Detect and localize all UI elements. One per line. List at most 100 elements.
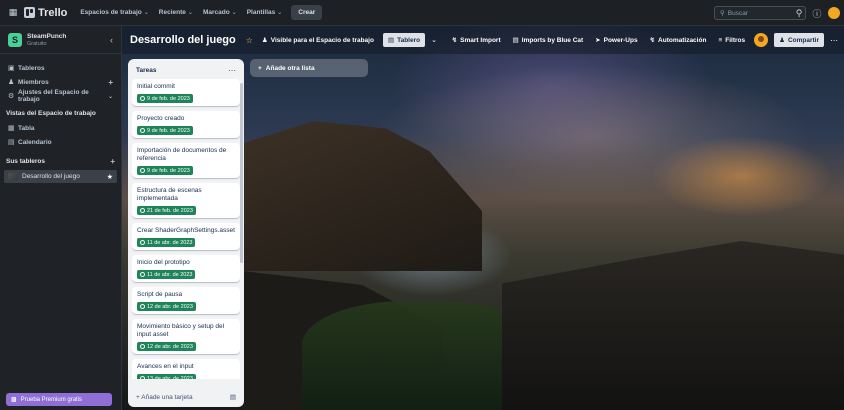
task-card-title: Inicio del prototipo (137, 259, 190, 266)
list-header: Tareas ⋯ (132, 63, 240, 77)
task-card-title: Script de pausa (137, 291, 183, 298)
board-view-button[interactable]: ▤ Tablero (382, 33, 426, 47)
menu-templates[interactable]: Plantillas ⌄ (242, 4, 288, 22)
member-avatar[interactable] (754, 33, 769, 47)
gear-icon: ⚙ (8, 93, 15, 100)
imports-blue-cat-label: Imports by Blue Cat (521, 36, 584, 44)
list-scrollbar[interactable] (240, 83, 243, 263)
task-card[interactable]: Movimiento básico y setup del input asse… (132, 319, 240, 354)
due-date-text: 9 de feb. de 2023 (147, 95, 190, 102)
list-title[interactable]: Tareas (136, 67, 156, 74)
chevron-down-icon[interactable]: ⌄ (431, 36, 437, 44)
members-icon: ♟ (8, 79, 15, 86)
due-date-text: 11 de abr. de 2023 (147, 239, 193, 246)
task-card[interactable]: Inicio del prototipo 11 de abr. de 2023 (132, 255, 240, 282)
due-date-badge[interactable]: 9 de feb. de 2023 (137, 126, 193, 135)
star-board-icon[interactable]: ☆ (246, 36, 253, 45)
power-ups-button[interactable]: ➤ Power-Ups (592, 36, 640, 45)
help-icon[interactable]: ⓘ (810, 6, 824, 20)
power-ups-label: Power-Ups (603, 36, 638, 44)
chevron-down-icon: ⌄ (231, 10, 237, 16)
sidebar-item-calendar[interactable]: ▤ Calendario (0, 136, 121, 148)
task-card[interactable]: Avances en el input 13 de abr. de 2023 (132, 359, 240, 379)
menu-recent[interactable]: Reciente ⌄ (154, 4, 198, 22)
due-date-badge[interactable]: 9 de feb. de 2023 (137, 166, 193, 175)
task-card[interactable]: Importación de documentos de referencia 9… (132, 143, 240, 178)
menu-templates-label: Plantillas (246, 9, 276, 16)
lightning-icon: ↯ (649, 37, 656, 44)
workspace-name[interactable]: SteamPunch (27, 33, 110, 40)
your-boards-heading: Sus tableros + (0, 154, 121, 168)
due-date-text: 9 de feb. de 2023 (147, 127, 190, 134)
notifications-icon[interactable]: ⚲ (792, 6, 806, 20)
sidebar-item-label: Miembros (18, 78, 49, 86)
share-label: Compartir (787, 36, 819, 44)
due-date-text: 12 de abr. de 2023 (147, 343, 193, 350)
automation-button[interactable]: ↯ Automatización (647, 36, 710, 45)
sidebar-item-workspace-settings[interactable]: ⚙ Ajustes del Espacio de trabajo ⌄ (0, 89, 121, 103)
sidebar-item-label: Tabla (18, 124, 35, 132)
due-date-badge[interactable]: 11 de abr. de 2023 (137, 238, 196, 247)
board-thumbnail (8, 173, 18, 180)
filters-button[interactable]: ≡ Filtros (715, 37, 748, 44)
due-date-badge[interactable]: 11 de abr. de 2023 (137, 270, 196, 279)
task-card[interactable]: Script de pausa 12 de abr. de 2023 (132, 287, 240, 314)
rocket-icon: ➤ (595, 37, 601, 44)
add-list-button[interactable]: + Añade otra lista (250, 59, 368, 77)
workspace-views-heading-label: Vistas del Espacio de trabajo (6, 109, 96, 117)
menu-recent-label: Reciente (158, 9, 186, 16)
due-date-badge[interactable]: 13 de abr. de 2023 (137, 374, 196, 379)
sidebar-item-boards[interactable]: ▣ Tableros (0, 62, 121, 74)
add-card-label: Añade una tarjeta (141, 393, 193, 401)
clock-icon (140, 96, 145, 101)
sidebar-item-members[interactable]: ♟ Miembros + (0, 76, 121, 88)
list-tareas: Tareas ⋯ Initial commit 9 de feb. de 2023… (128, 59, 244, 407)
task-card[interactable]: Estructura de escenas implementada 21 de … (132, 183, 240, 218)
workspace-logo[interactable]: S (8, 32, 22, 47)
trello-logo[interactable]: Trello (24, 7, 67, 19)
user-avatar[interactable] (828, 7, 840, 19)
workspace-views-heading: Vistas del Espacio de trabajo (0, 106, 121, 120)
sidebar-board-item[interactable]: Desarrollo del juego ★ (4, 170, 117, 183)
sidebar-item-table[interactable]: ▦ Tabla (0, 122, 121, 134)
menu-workspaces[interactable]: Espacios de trabajo ⌄ (75, 4, 153, 22)
more-options-icon[interactable]: ⋯ (830, 36, 838, 45)
create-button[interactable]: Crear (291, 5, 323, 20)
due-date-badge[interactable]: 12 de abr. de 2023 (137, 342, 196, 351)
template-icon[interactable]: ▤ (230, 393, 236, 401)
add-list-label: Añade otra lista (265, 64, 315, 72)
filter-icon: ≡ (718, 36, 723, 44)
add-card-button[interactable]: + Añade una tarjeta (136, 394, 193, 401)
task-card[interactable]: Crear ShaderGraphSettings.asset 11 de abr… (132, 223, 240, 250)
card-container: Initial commit 9 de feb. de 2023 Proyecto … (132, 79, 240, 379)
board-canvas: Desarrollo del juego ☆ ♟ Visible para el… (122, 26, 844, 410)
visibility-button[interactable]: ♟ Visible para el Espacio de trabajo (259, 36, 377, 45)
smart-import-label: Smart Import (460, 36, 501, 44)
sidebar: S SteamPunch Gratuito ‹ ▣ Tableros ♟ Mie… (0, 26, 122, 410)
due-date-badge[interactable]: 21 de feb. de 2023 (137, 206, 196, 215)
task-card[interactable]: Proyecto creado 9 de feb. de 2023 (132, 111, 240, 138)
board-title[interactable]: Desarrollo del juego (130, 34, 236, 46)
list-menu-icon[interactable]: ⋯ (228, 66, 236, 75)
due-date-badge[interactable]: 12 de abr. de 2023 (137, 302, 196, 311)
task-card[interactable]: Initial commit 9 de feb. de 2023 (132, 79, 240, 106)
menu-starred[interactable]: Marcado ⌄ (198, 4, 242, 22)
add-board-icon[interactable]: + (110, 157, 115, 166)
plus-icon: + (258, 64, 262, 72)
collapse-sidebar-icon[interactable]: ‹ (110, 35, 113, 45)
premium-trial-button[interactable]: ▩ Prueba Premium gratis (6, 393, 112, 406)
clock-icon (140, 168, 145, 173)
add-member-icon[interactable]: + (108, 78, 113, 87)
smart-import-button[interactable]: ↯ Smart Import (449, 36, 504, 45)
table-icon: ▦ (8, 125, 15, 132)
share-button[interactable]: ♟ Compartir (774, 33, 824, 47)
workspace-header: S SteamPunch Gratuito ‹ (0, 26, 121, 54)
imports-blue-cat-button[interactable]: ▤ Imports by Blue Cat (510, 36, 587, 45)
due-date-badge[interactable]: 9 de feb. de 2023 (137, 94, 193, 103)
app-switcher-icon[interactable]: ▦ (6, 6, 20, 20)
star-icon[interactable]: ★ (107, 173, 113, 181)
share-person-icon: ♟ (779, 37, 785, 44)
premium-icon: ▩ (11, 397, 17, 403)
filters-label: Filtros (725, 36, 746, 44)
list-footer: + Añade una tarjeta ▤ (132, 389, 240, 405)
